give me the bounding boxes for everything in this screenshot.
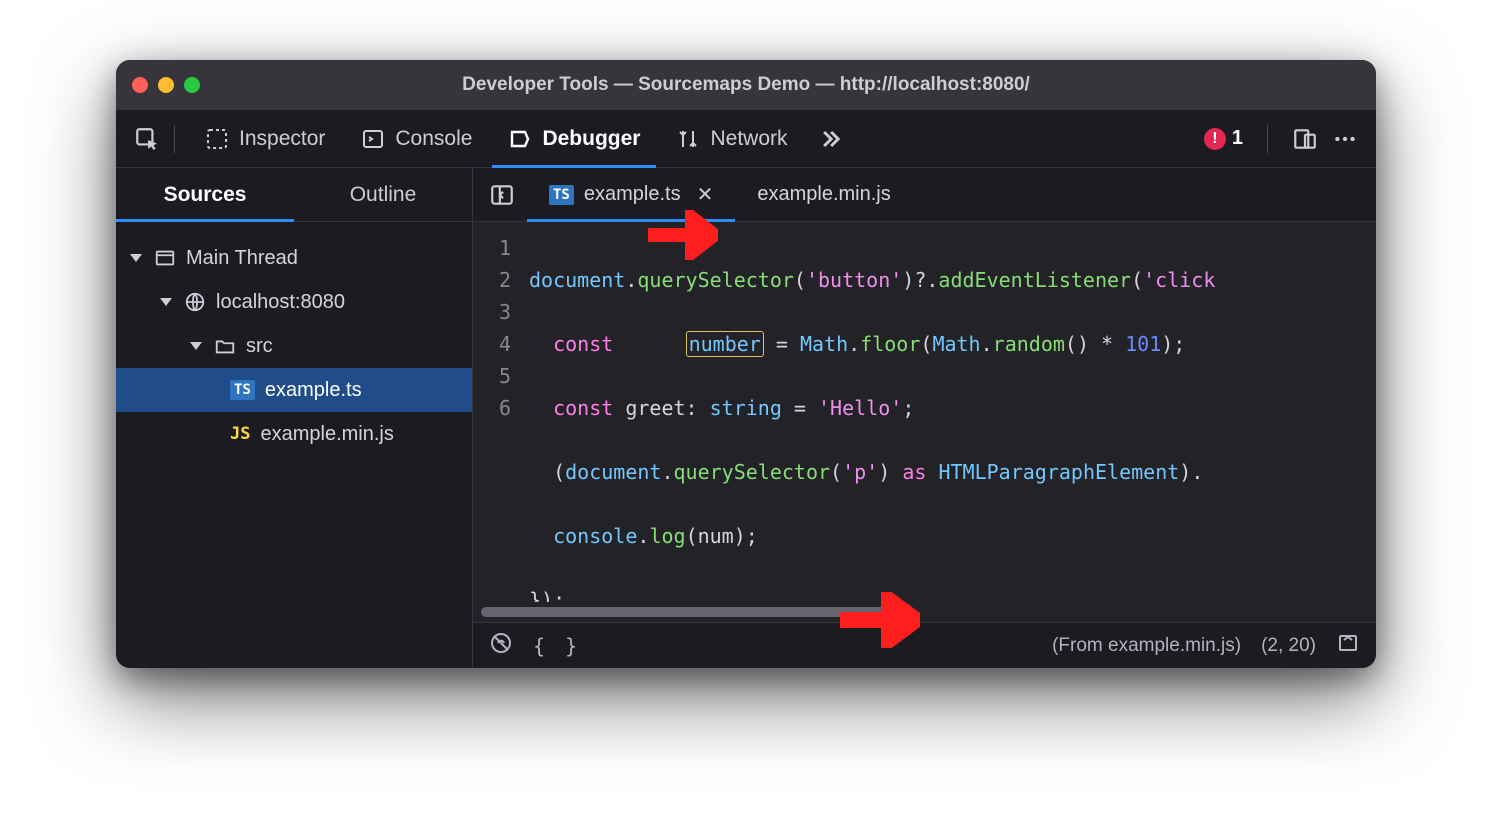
- sources-tab-label: Sources: [164, 183, 247, 206]
- line-number: 2: [473, 264, 511, 296]
- file-js-label: example.min.js: [260, 423, 393, 446]
- folder-icon: [214, 335, 236, 357]
- devtools-window: Developer Tools — Sourcemaps Demo — http…: [116, 60, 1376, 668]
- tab-console[interactable]: Console: [345, 110, 488, 167]
- folder-label: src: [246, 335, 273, 358]
- source-map-origin: (From example.min.js): [1052, 635, 1241, 657]
- inactive-tab-label: example.min.js: [757, 183, 890, 206]
- code-editor[interactable]: 1 2 3 4 5 6 document.querySelector('butt…: [473, 222, 1376, 602]
- line-number: 4: [473, 328, 511, 360]
- annotation-arrow-icon: [648, 210, 718, 260]
- line-number: 1: [473, 232, 511, 264]
- tree-row-host[interactable]: localhost:8080: [116, 280, 472, 324]
- close-window-button[interactable]: [132, 77, 148, 93]
- cursor-position: (2, 20): [1261, 635, 1316, 657]
- responsive-mode-icon[interactable]: [1292, 126, 1318, 152]
- pick-element-icon[interactable]: [134, 126, 160, 152]
- window-icon: [154, 247, 176, 269]
- error-icon: !: [1204, 128, 1226, 150]
- tab-inspector[interactable]: Inspector: [189, 110, 341, 167]
- active-tab-label: example.ts: [584, 183, 681, 206]
- blackbox-icon[interactable]: [489, 631, 513, 661]
- tree-row-file-js[interactable]: JS example.min.js: [116, 412, 472, 456]
- minimize-window-button[interactable]: [158, 77, 174, 93]
- sources-tree: Main Thread localhost:8080 src TS exampl…: [116, 222, 472, 456]
- sidebar-tab-sources[interactable]: Sources: [116, 169, 294, 221]
- maximize-window-button[interactable]: [184, 77, 200, 93]
- chevron-down-icon: [160, 298, 172, 306]
- toolbar-separator: [174, 125, 175, 153]
- tree-row-file-ts[interactable]: TS example.ts: [116, 368, 472, 412]
- console-label: Console: [395, 127, 472, 151]
- chevron-down-icon: [190, 342, 202, 350]
- close-tab-icon[interactable]: ✕: [697, 182, 714, 207]
- file-tab-inactive[interactable]: example.min.js: [735, 168, 912, 221]
- line-gutter: 1 2 3 4 5 6: [473, 222, 521, 602]
- line-number: 6: [473, 392, 511, 424]
- tab-debugger[interactable]: Debugger: [492, 110, 656, 167]
- host-label: localhost:8080: [216, 291, 345, 314]
- toggle-sidebar-icon[interactable]: [485, 176, 527, 214]
- source-panel: TS example.ts ✕ example.min.js 1 2 3 4 5…: [472, 168, 1376, 668]
- kebab-menu-icon[interactable]: [1332, 126, 1358, 152]
- tab-network[interactable]: Network: [660, 110, 803, 167]
- main-thread-label: Main Thread: [186, 247, 298, 270]
- titlebar: Developer Tools — Sourcemaps Demo — http…: [116, 60, 1376, 110]
- tree-row-folder[interactable]: src: [116, 324, 472, 368]
- debugger-main: Sources Outline Main Thread localhost:80…: [116, 168, 1376, 668]
- tree-row-main-thread[interactable]: Main Thread: [116, 236, 472, 280]
- toolbar-separator: [1267, 125, 1268, 153]
- error-count-badge[interactable]: ! 1: [1204, 127, 1243, 150]
- inspector-label: Inspector: [239, 127, 325, 151]
- highlighted-type: number: [686, 331, 764, 357]
- editor-status-bar: { } (From example.min.js) (2, 20): [473, 622, 1376, 668]
- chevron-down-icon: [130, 254, 142, 262]
- pretty-print-icon[interactable]: { }: [533, 634, 581, 658]
- line-number: 5: [473, 360, 511, 392]
- line-number: 3: [473, 296, 511, 328]
- ts-file-icon: TS: [230, 380, 255, 400]
- file-ts-label: example.ts: [265, 379, 362, 402]
- network-label: Network: [710, 127, 787, 151]
- traffic-lights: [132, 77, 200, 93]
- overflow-tabs-icon[interactable]: [816, 125, 844, 153]
- annotation-arrow-icon: [840, 592, 920, 648]
- show-errors-icon[interactable]: [1336, 631, 1360, 661]
- sidebar-tab-outline[interactable]: Outline: [294, 169, 472, 221]
- code-body[interactable]: document.querySelector('button')?.addEve…: [521, 222, 1376, 602]
- window-title: Developer Tools — Sourcemaps Demo — http…: [116, 74, 1376, 96]
- toolbar-right: ! 1: [1204, 125, 1358, 153]
- horizontal-scrollbar[interactable]: [473, 602, 1376, 622]
- file-tabs: TS example.ts ✕ example.min.js: [473, 168, 1376, 222]
- sidebar-tabs: Sources Outline: [116, 168, 472, 222]
- debugger-label: Debugger: [542, 127, 640, 151]
- sources-sidebar: Sources Outline Main Thread localhost:80…: [116, 168, 472, 668]
- devtools-toolbar: Inspector Console Debugger Network ! 1: [116, 110, 1376, 168]
- js-file-icon: JS: [230, 424, 250, 444]
- error-count: 1: [1232, 127, 1243, 150]
- outline-tab-label: Outline: [350, 183, 417, 206]
- ts-file-icon: TS: [549, 185, 574, 205]
- globe-icon: [184, 291, 206, 313]
